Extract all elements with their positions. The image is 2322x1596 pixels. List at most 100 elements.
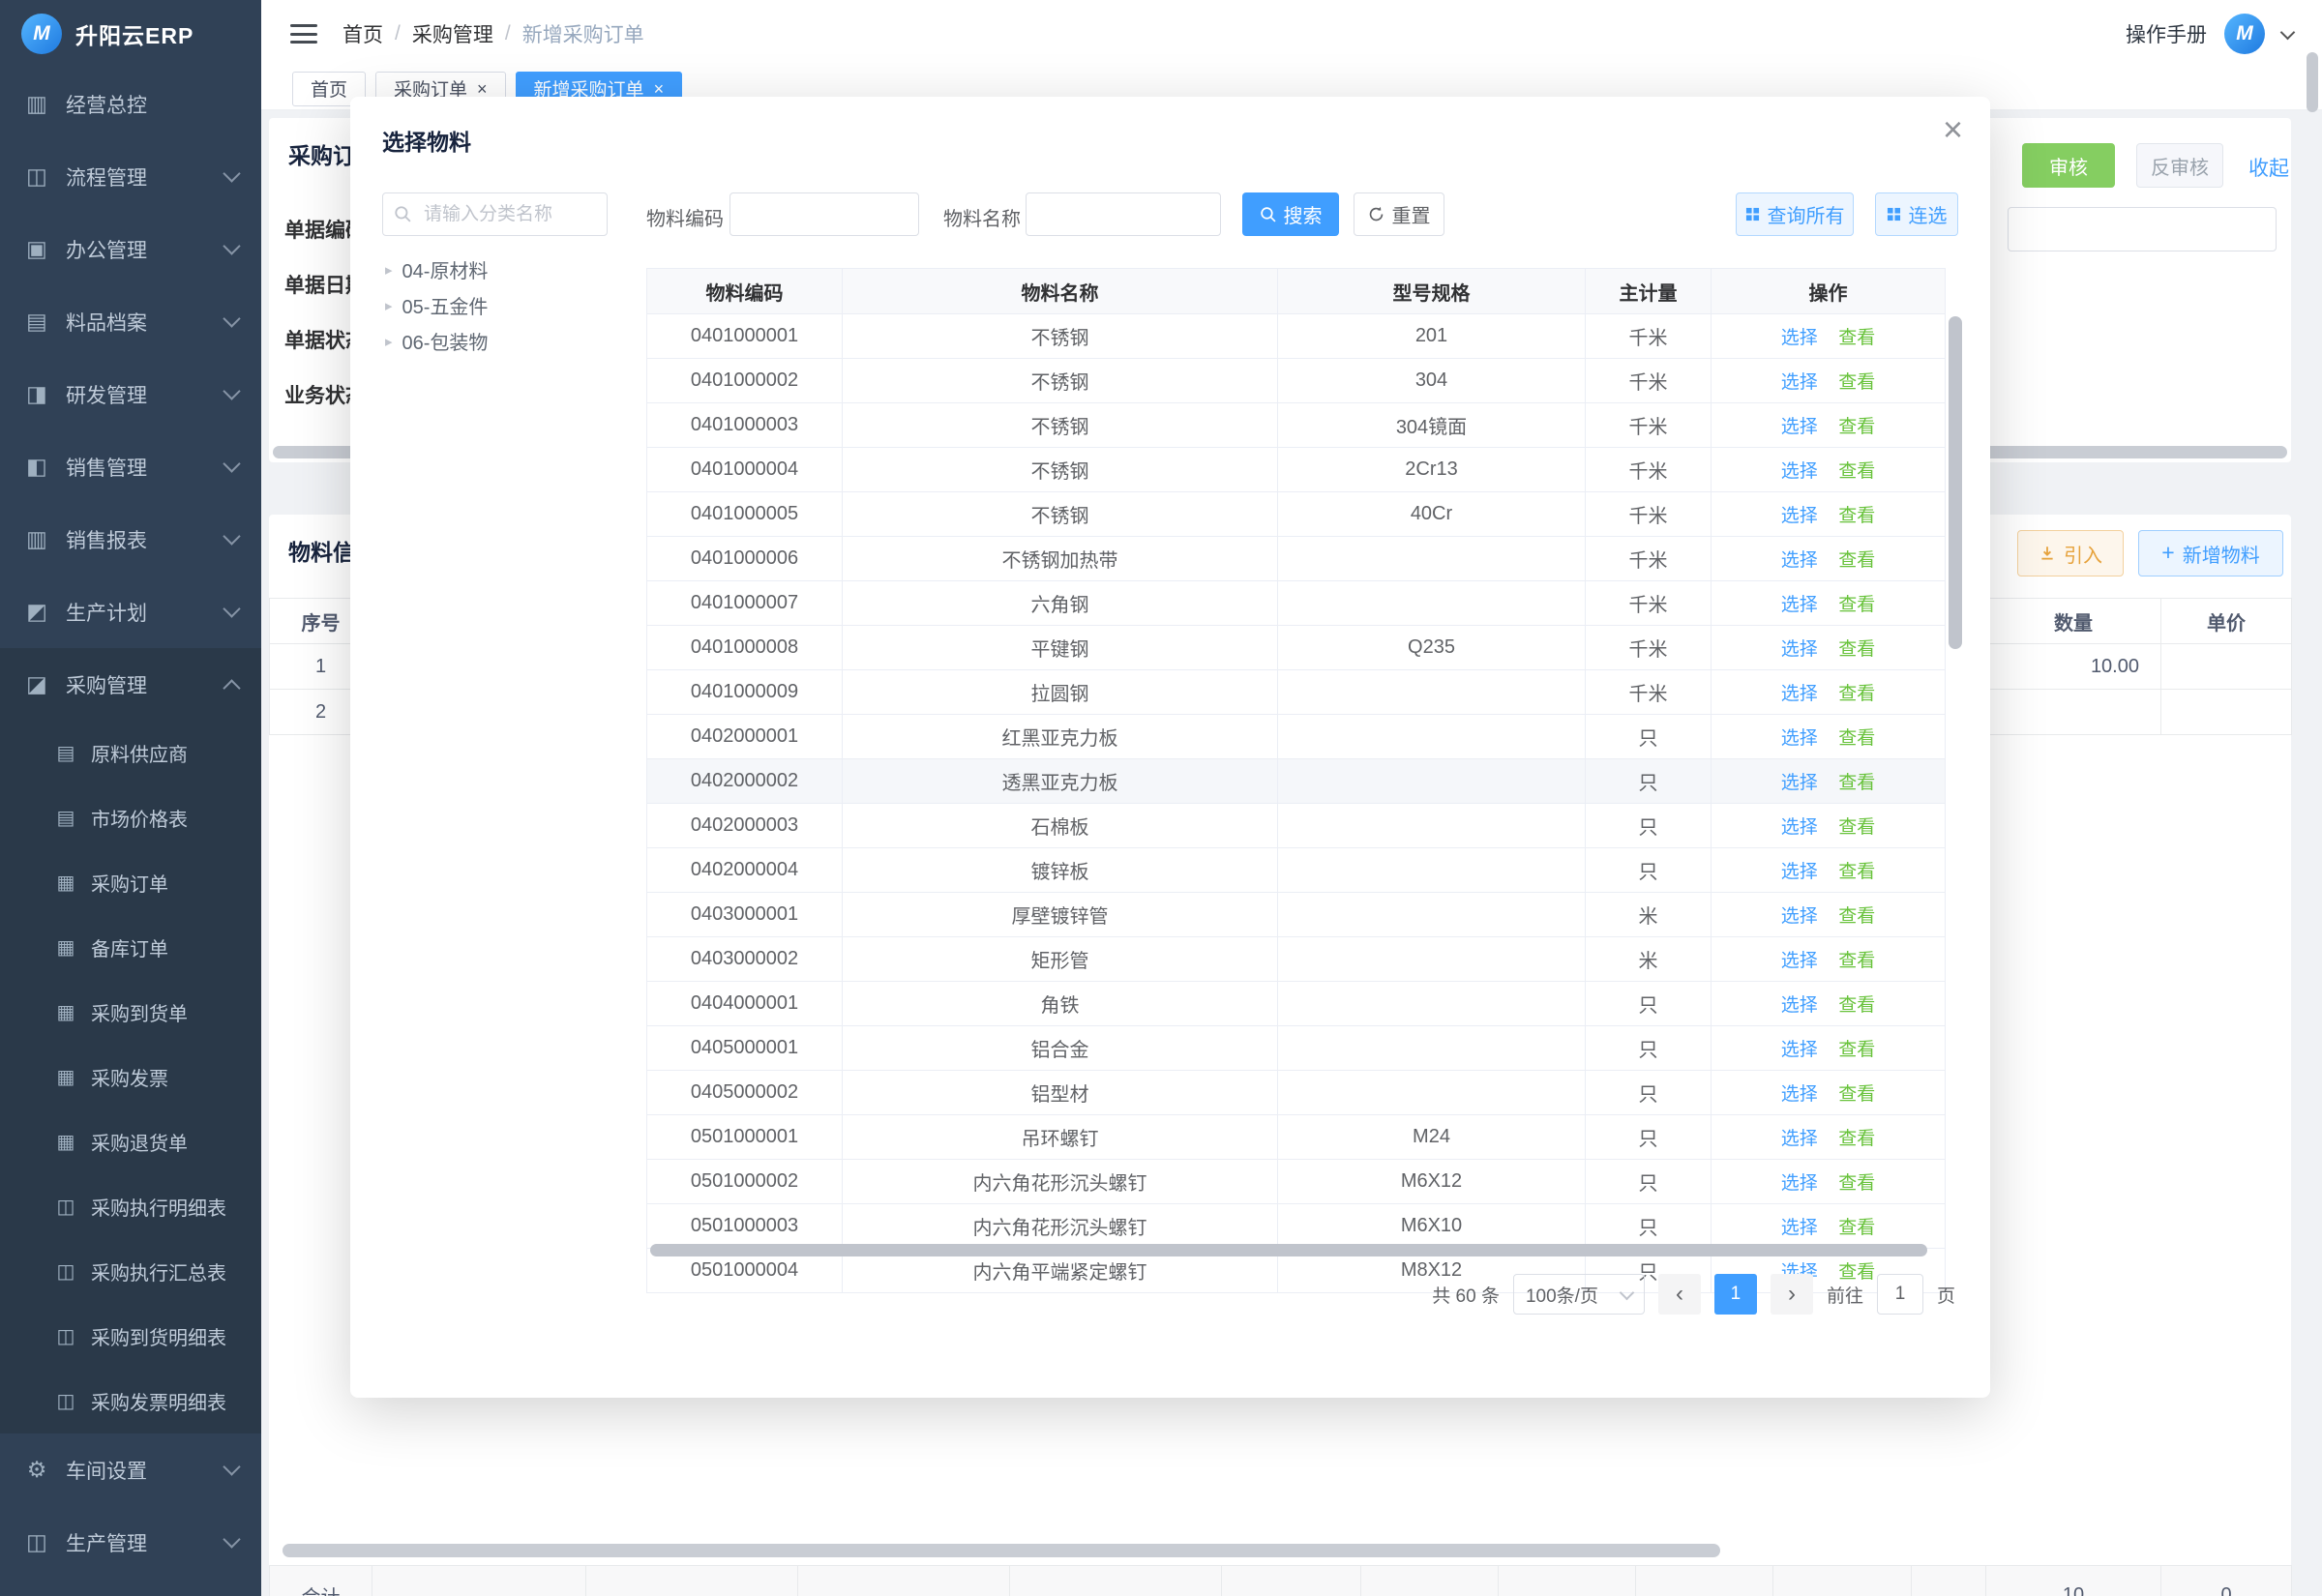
select-link[interactable]: 选择 (1781, 817, 1818, 838)
material-row[interactable]: 0404000001 角铁 只 选择 查看 (647, 982, 1946, 1026)
view-link[interactable]: 查看 (1838, 1218, 1875, 1238)
sidebar-item[interactable]: ◫ 生产管理 (0, 1506, 261, 1579)
material-row[interactable]: 0401000001 不锈钢 201 千米 选择 查看 (647, 314, 1946, 359)
view-link[interactable]: 查看 (1838, 728, 1875, 749)
select-link[interactable]: 选择 (1781, 684, 1818, 704)
sidebar-subitem[interactable]: ▤ 原料供应商 (0, 721, 261, 785)
view-link[interactable]: 查看 (1838, 995, 1875, 1016)
select-link[interactable]: 选择 (1781, 995, 1818, 1016)
import-button[interactable]: 引入 (2017, 530, 2124, 576)
tree-node[interactable]: ▸ 06-包装物 (385, 323, 627, 359)
material-code-input[interactable] (729, 192, 919, 236)
sidebar-item[interactable]: ▤ 仓库管理 (0, 1579, 261, 1596)
material-row[interactable]: 0403000001 厚壁镀锌管 米 选择 查看 (647, 893, 1946, 937)
sidebar-subitem[interactable]: ◫ 采购执行汇总表 (0, 1239, 261, 1304)
material-row[interactable]: 0402000004 镀锌板 只 选择 查看 (647, 848, 1946, 893)
select-link[interactable]: 选择 (1781, 1084, 1818, 1105)
multi-select-button[interactable]: 连选 (1875, 192, 1958, 236)
view-link[interactable]: 查看 (1838, 595, 1875, 615)
sidebar-item[interactable]: ▥ 经营总控 (0, 68, 261, 140)
material-row[interactable]: 0405000002 铝型材 只 选择 查看 (647, 1071, 1946, 1115)
sidebar-subitem[interactable]: ▦ 采购退货单 (0, 1109, 261, 1174)
material-row[interactable]: 0401000002 不锈钢 304 千米 选择 查看 (647, 359, 1946, 403)
page-vertical-scrollbar[interactable] (2307, 52, 2318, 112)
sidebar-item[interactable]: ◫ 流程管理 (0, 140, 261, 213)
sidebar-item[interactable]: ⚙ 车间设置 (0, 1433, 261, 1506)
sidebar-subitem[interactable]: ▦ 采购订单 (0, 850, 261, 915)
material-row[interactable]: 0501000002 内六角花形沉头螺钉 M6X12 只 选择 查看 (647, 1160, 1946, 1204)
chevron-down-icon[interactable] (2280, 24, 2296, 40)
view-link[interactable]: 查看 (1838, 951, 1875, 971)
view-link[interactable]: 查看 (1838, 550, 1875, 571)
material-row[interactable]: 0401000007 六角钢 千米 选择 查看 (647, 581, 1946, 626)
sidebar-subitem[interactable]: ▦ 采购发票 (0, 1045, 261, 1109)
material-row[interactable]: 0401000009 拉圆钢 千米 选择 查看 (647, 670, 1946, 715)
table-horizontal-scrollbar[interactable] (650, 1244, 1927, 1256)
select-link[interactable]: 选择 (1781, 1040, 1818, 1060)
tree-node[interactable]: ▸ 05-五金件 (385, 287, 627, 323)
sidebar-item[interactable]: ◨ 研发管理 (0, 358, 261, 430)
select-link[interactable]: 选择 (1781, 595, 1818, 615)
avatar[interactable]: M (2224, 14, 2265, 54)
sidebar-item-purchase[interactable]: ◪ 采购管理 (0, 648, 261, 721)
view-link[interactable]: 查看 (1838, 684, 1875, 704)
table-vertical-scrollbar[interactable] (1949, 316, 1962, 649)
sidebar-item[interactable]: ▣ 办公管理 (0, 213, 261, 285)
view-link[interactable]: 查看 (1838, 1129, 1875, 1149)
view-link[interactable]: 查看 (1838, 906, 1875, 927)
tab-close-icon[interactable]: × (477, 80, 488, 98)
material-row[interactable]: 0401000004 不锈钢 2Cr13 千米 选择 查看 (647, 448, 1946, 492)
material-row[interactable]: 0401000008 平键钢 Q235 千米 选择 查看 (647, 626, 1946, 670)
material-name-input[interactable] (1026, 192, 1221, 236)
select-link[interactable]: 选择 (1781, 639, 1818, 660)
add-material-button[interactable]: + 新增物料 (2138, 530, 2283, 576)
select-link[interactable]: 选择 (1781, 728, 1818, 749)
view-link[interactable]: 查看 (1838, 1084, 1875, 1105)
material-row[interactable]: 0501000001 吊环螺钉 M24 只 选择 查看 (647, 1115, 1946, 1160)
next-page-button[interactable]: › (1771, 1274, 1813, 1315)
manual-link[interactable]: 操作手册 (2126, 19, 2207, 48)
material-row[interactable]: 0401000003 不锈钢 304镜面 千米 选择 查看 (647, 403, 1946, 448)
prev-page-button[interactable]: ‹ (1658, 1274, 1701, 1315)
audit-button[interactable]: 审核 (2022, 143, 2115, 188)
select-link[interactable]: 选择 (1781, 1129, 1818, 1149)
material-row[interactable]: 0403000002 矩形管 米 选择 查看 (647, 937, 1946, 982)
view-link[interactable]: 查看 (1838, 461, 1875, 482)
view-link[interactable]: 查看 (1838, 328, 1875, 348)
view-link[interactable]: 查看 (1838, 773, 1875, 793)
view-link[interactable]: 查看 (1838, 372, 1875, 393)
material-row[interactable]: 0402000002 透黑亚克力板 只 选择 查看 (647, 759, 1946, 804)
view-link[interactable]: 查看 (1838, 639, 1875, 660)
search-button[interactable]: 搜索 (1242, 192, 1339, 236)
select-link[interactable]: 选择 (1781, 461, 1818, 482)
select-link[interactable]: 选择 (1781, 862, 1818, 882)
select-link[interactable]: 选择 (1781, 550, 1818, 571)
view-link[interactable]: 查看 (1838, 862, 1875, 882)
sidebar-item[interactable]: ▥ 销售报表 (0, 503, 261, 576)
sidebar-subitem[interactable]: ◫ 采购到货明细表 (0, 1304, 261, 1369)
collapse-link[interactable]: 收起 (2248, 153, 2289, 182)
page-size-select[interactable]: 100条/页 (1513, 1274, 1645, 1315)
material-row[interactable]: 0402000003 石棉板 只 选择 查看 (647, 804, 1946, 848)
select-link[interactable]: 选择 (1781, 773, 1818, 793)
select-link[interactable]: 选择 (1781, 372, 1818, 393)
sidebar-item[interactable]: ◩ 生产计划 (0, 576, 261, 648)
view-link[interactable]: 查看 (1838, 417, 1875, 437)
hamburger-icon[interactable] (290, 24, 317, 44)
close-icon[interactable]: × (1943, 112, 1963, 147)
breadcrumb-item[interactable]: 首页 (342, 19, 383, 48)
horizontal-scrollbar[interactable] (283, 1544, 1720, 1557)
select-link[interactable]: 选择 (1781, 1173, 1818, 1194)
view-link[interactable]: 查看 (1838, 1040, 1875, 1060)
material-row[interactable]: 0401000006 不锈钢加热带 千米 选择 查看 (647, 537, 1946, 581)
unaudit-button[interactable]: 反审核 (2136, 143, 2223, 188)
material-row[interactable]: 0501000003 内六角花形沉头螺钉 M6X10 只 选择 查看 (647, 1204, 1946, 1249)
sidebar-item[interactable]: ◧ 销售管理 (0, 430, 261, 503)
view-link[interactable]: 查看 (1838, 1173, 1875, 1194)
view-link[interactable]: 查看 (1838, 506, 1875, 526)
select-link[interactable]: 选择 (1781, 906, 1818, 927)
material-row[interactable]: 0402000001 红黑亚克力板 只 选择 查看 (647, 715, 1946, 759)
material-row[interactable]: 0405000001 铝合金 只 选择 查看 (647, 1026, 1946, 1071)
select-link[interactable]: 选择 (1781, 506, 1818, 526)
breadcrumb-item[interactable]: 采购管理 (412, 19, 493, 48)
